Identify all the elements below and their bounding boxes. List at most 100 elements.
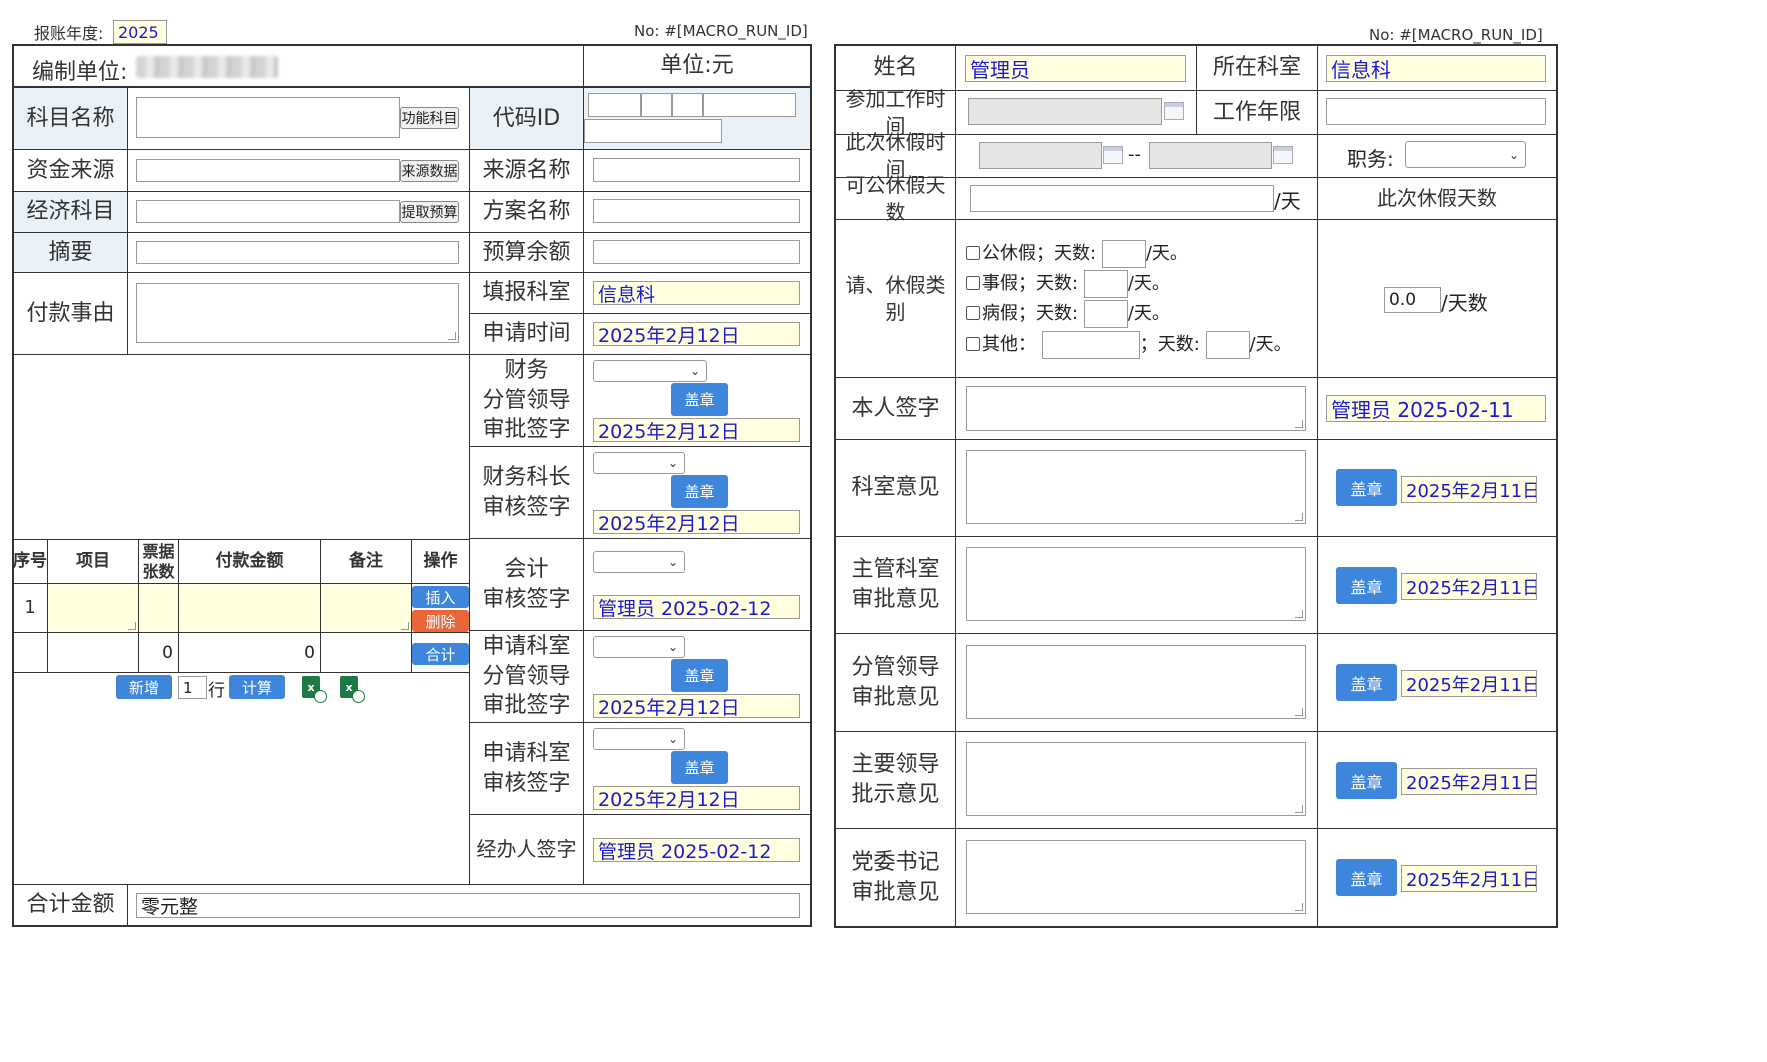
public-leave-days-input[interactable] xyxy=(1101,240,1146,268)
year-label: 报账年度: xyxy=(34,24,104,43)
fin-leader-stamp-button[interactable]: 盖章 xyxy=(671,383,728,416)
dept-opinion-stamp-button[interactable]: 盖章 xyxy=(1336,469,1397,506)
leave-end-input[interactable] xyxy=(1149,142,1272,169)
dept-opinion-textarea[interactable] xyxy=(966,450,1306,524)
main-dept-stamp-button[interactable]: 盖章 xyxy=(1336,567,1397,604)
pay-reason-textarea[interactable] xyxy=(136,283,459,343)
calendar-icon[interactable] xyxy=(1103,146,1123,164)
accountant-select[interactable]: ⌄ xyxy=(593,551,685,573)
sub-leader-stamp-button[interactable]: 盖章 xyxy=(1336,664,1397,701)
summary-input[interactable] xyxy=(136,241,459,264)
dept-opinion-date[interactable]: 2025年2月11日 xyxy=(1401,476,1537,503)
source-data-button[interactable]: 来源数据 xyxy=(400,160,459,182)
personal-leave-days-input[interactable] xyxy=(1083,270,1128,298)
count-cell-input[interactable] xyxy=(139,584,178,632)
apply-dept-leader-stamp-button[interactable]: 盖章 xyxy=(671,659,728,692)
other-leave-reason-input[interactable] xyxy=(1041,331,1140,359)
dept-opinion-label: 科室意见 xyxy=(851,475,940,501)
fin-chief-select[interactable]: ⌄ xyxy=(593,452,685,474)
add-row-button[interactable]: 新增 xyxy=(116,675,172,699)
accountant-sign[interactable]: 管理员 2025-02-12 xyxy=(593,595,800,619)
fin-leader-date[interactable]: 2025年2月12日 xyxy=(593,418,800,442)
calendar-icon[interactable] xyxy=(1273,146,1293,164)
sub-leader-opinion-date[interactable]: 2025年2月11日 xyxy=(1401,670,1537,697)
other-leave-checkbox[interactable] xyxy=(966,337,980,351)
main-leader-opinion-date[interactable]: 2025年2月11日 xyxy=(1401,768,1537,795)
insert-row-button[interactable]: 插入 xyxy=(412,586,469,608)
dept-input[interactable]: 信息科 xyxy=(1326,55,1546,82)
main-leader-opinion-textarea[interactable] xyxy=(966,742,1306,816)
form-number: No: #[MACRO_RUN_ID] xyxy=(634,22,808,40)
function-subject-button[interactable]: 功能科目 xyxy=(400,107,459,129)
apply-dept-leader-select[interactable]: ⌄ xyxy=(593,636,685,658)
sick-leave-days-input[interactable] xyxy=(1083,300,1128,328)
code-seg-4[interactable] xyxy=(703,93,796,117)
apply-dept-review-date[interactable]: 2025年2月12日 xyxy=(593,786,800,810)
join-time-input[interactable] xyxy=(968,98,1162,125)
fill-dept-label: 填报科室 xyxy=(482,280,571,306)
fin-chief-stamp-button[interactable]: 盖章 xyxy=(671,475,728,508)
handler-sign[interactable]: 管理员 2025-02-12 xyxy=(593,838,800,862)
item-cell-input[interactable] xyxy=(48,584,138,632)
code-seg-3[interactable] xyxy=(672,93,703,117)
fund-source-input[interactable] xyxy=(136,159,400,182)
amount-cell-input[interactable] xyxy=(179,584,320,632)
personal-leave-checkbox[interactable] xyxy=(966,276,980,290)
year-input[interactable]: 2025 xyxy=(113,20,167,44)
excel-import-icon[interactable]: x xyxy=(302,676,327,703)
other-leave-days-input[interactable] xyxy=(1205,331,1250,359)
this-leave-days-input[interactable]: 0.0 xyxy=(1384,287,1441,313)
apply-dept-review-select[interactable]: ⌄ xyxy=(593,728,685,750)
delete-row-button[interactable]: 删除 xyxy=(412,610,469,632)
leave-type-other[interactable]: 其他： ；天数: /天。 xyxy=(966,331,1292,359)
excel-export-icon[interactable]: x xyxy=(340,676,365,703)
leave-type-sick[interactable]: 病假；天数: /天。 xyxy=(966,300,1170,328)
leave-type-personal[interactable]: 事假；天数: /天。 xyxy=(966,270,1170,298)
name-input[interactable]: 管理员 xyxy=(965,55,1186,82)
sum-button[interactable]: 合计 xyxy=(412,643,469,665)
sub-leader-opinion-textarea[interactable] xyxy=(966,645,1306,719)
apply-dept-review-stamp-button[interactable]: 盖章 xyxy=(671,751,728,784)
remark-cell-input[interactable] xyxy=(321,584,411,632)
fin-chief-date[interactable]: 2025年2月12日 xyxy=(593,510,800,534)
work-years-label: 工作年限 xyxy=(1212,99,1301,125)
main-leader-stamp-button[interactable]: 盖章 xyxy=(1336,762,1397,799)
party-secretary-opinion-date[interactable]: 2025年2月11日 xyxy=(1401,865,1537,892)
calendar-icon[interactable] xyxy=(1164,102,1184,120)
party-secretary-opinion-textarea[interactable] xyxy=(966,840,1306,914)
calc-button[interactable]: 计算 xyxy=(229,675,285,699)
code-id-label: 代码ID xyxy=(470,88,583,149)
col-header-count: 票据 张数 xyxy=(142,542,175,581)
apply-time-input[interactable]: 2025年2月12日 xyxy=(593,322,800,346)
code-id-input[interactable] xyxy=(584,119,722,143)
fill-dept-input[interactable]: 信息科 xyxy=(593,281,800,305)
leave-type-public[interactable]: 公休假；天数: /天。 xyxy=(966,240,1188,268)
main-dept-opinion-textarea[interactable] xyxy=(966,547,1306,621)
main-dept-opinion-label: 主管科室 审批意见 xyxy=(851,557,940,612)
pay-reason-label: 付款事由 xyxy=(26,300,115,326)
source-name-input[interactable] xyxy=(593,158,800,182)
code-seg-2[interactable] xyxy=(641,93,672,117)
col-header-amount: 付款金额 xyxy=(215,551,284,572)
position-select[interactable]: ⌄ xyxy=(1405,141,1526,168)
row-count-input[interactable]: 1 xyxy=(178,676,207,699)
code-seg-1[interactable] xyxy=(588,93,641,117)
fin-leader-select[interactable]: ⌄ xyxy=(593,360,707,382)
leave-start-input[interactable] xyxy=(979,142,1102,169)
total-amount-text[interactable]: 零元整 xyxy=(136,893,800,918)
work-years-input[interactable] xyxy=(1326,98,1546,125)
budget-balance-input[interactable] xyxy=(593,240,800,264)
public-leave-checkbox[interactable] xyxy=(966,246,980,260)
avail-days-input[interactable] xyxy=(970,185,1274,212)
chevron-down-icon: ⌄ xyxy=(667,640,678,654)
self-sign-textarea[interactable] xyxy=(966,386,1306,431)
self-sign-value[interactable]: 管理员 2025-02-11 xyxy=(1326,395,1546,422)
party-secretary-stamp-button[interactable]: 盖章 xyxy=(1336,859,1397,896)
econ-subject-input[interactable] xyxy=(136,200,400,223)
plan-name-input[interactable] xyxy=(593,199,800,223)
sick-leave-checkbox[interactable] xyxy=(966,306,980,320)
main-dept-opinion-date[interactable]: 2025年2月11日 xyxy=(1401,573,1537,600)
subject-name-input[interactable] xyxy=(136,97,400,138)
apply-dept-leader-date[interactable]: 2025年2月12日 xyxy=(593,694,800,718)
get-budget-button[interactable]: 提取预算 xyxy=(400,201,459,223)
